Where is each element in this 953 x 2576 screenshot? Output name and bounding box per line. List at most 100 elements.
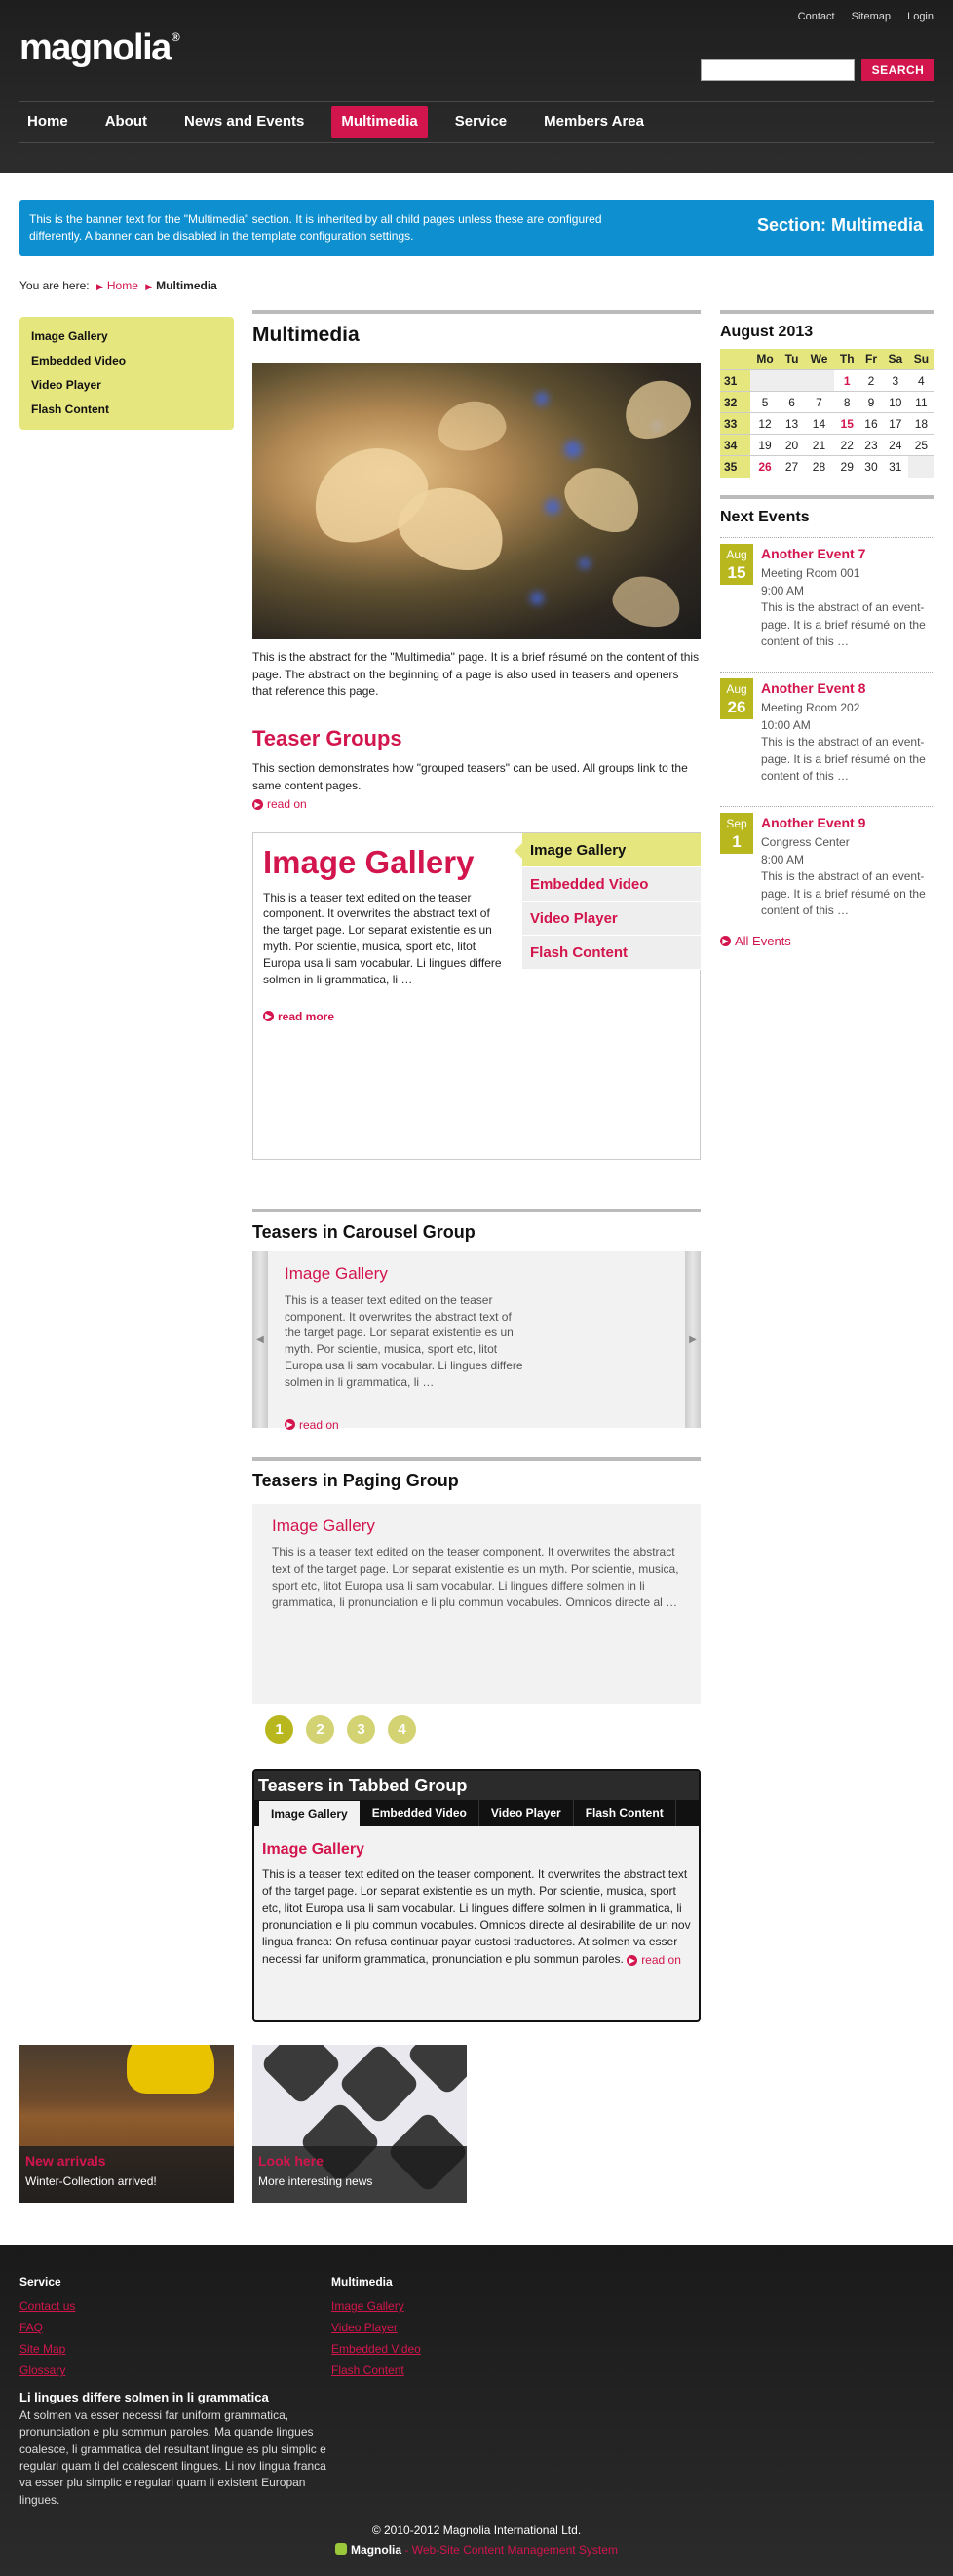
pager-page-3[interactable]: 3	[347, 1715, 375, 1745]
gallery-tab-image-gallery[interactable]: Image Gallery	[515, 832, 701, 867]
event-title-link[interactable]: Another Event 7	[761, 544, 934, 563]
subnav-flash-content[interactable]: Flash Content	[31, 398, 222, 422]
event-abstract: This is the abstract of an event-page. I…	[761, 735, 926, 784]
footer-link-flash-content[interactable]: Flash Content	[331, 2360, 421, 2381]
calendar-day-header: Tu	[780, 348, 804, 370]
pager-page-4[interactable]: 4	[388, 1715, 416, 1745]
gallery-box-read-more[interactable]: ▶ read more	[263, 1009, 334, 1024]
carousel-item-text: This is a teaser text edited on the teas…	[285, 1292, 523, 1389]
gallery-tab-video-player[interactable]: Video Player	[522, 901, 701, 936]
calendar-day: 13	[780, 412, 804, 435]
powered-by-link[interactable]: Magnolia - Web-Site Content Management S…	[351, 2543, 618, 2557]
calendar-week-number: 33	[720, 412, 750, 435]
carousel-read-on[interactable]: ▶ read on	[285, 1417, 339, 1433]
page-abstract: This is the abstract for the "Multimedia…	[252, 650, 700, 699]
tabbed-item-text: This is a teaser text edited on the teas…	[262, 1866, 691, 1969]
event-time: 8:00 AM	[761, 852, 805, 866]
tabbed-read-on[interactable]: ▶ read on	[627, 1952, 681, 1969]
nav-service[interactable]: Service	[445, 106, 516, 137]
meta-link-login[interactable]: Login	[907, 11, 934, 22]
gallery-tabs: Image Gallery Embedded Video Video Playe…	[515, 832, 701, 970]
event-body: Another Event 9 Congress Center 8:00 AM …	[761, 813, 934, 919]
arrow-right-icon: ▶	[285, 1419, 295, 1431]
carousel-next-arrow-icon[interactable]: ▶	[685, 1250, 701, 1428]
title-divider	[252, 310, 701, 314]
footer-column-title: Service	[19, 2275, 61, 2288]
subnav-image-gallery[interactable]: Image Gallery	[31, 325, 222, 349]
event-body: Another Event 7 Meeting Room 001 9:00 AM…	[761, 544, 934, 650]
nav-home[interactable]: Home	[27, 106, 78, 137]
event-month: Aug	[726, 682, 747, 697]
tabbed-tab-image-gallery[interactable]: Image Gallery	[258, 1800, 361, 1826]
read-more-label: read more	[278, 1009, 335, 1023]
calendar-day[interactable]: 15	[834, 412, 860, 435]
footer-link-image-gallery[interactable]: Image Gallery	[331, 2295, 421, 2317]
calendar-day: 24	[882, 434, 908, 456]
calendar-day[interactable]: 1	[834, 369, 860, 392]
footer-link-video-player[interactable]: Video Player	[331, 2317, 421, 2338]
footer-column-multimedia: Multimedia Image Gallery Video Player Em…	[331, 2274, 421, 2381]
footer-link-embedded-video[interactable]: Embedded Video	[331, 2338, 421, 2360]
main-content: Multimedia This is the abstract for the …	[252, 310, 701, 2023]
tabbed-tab-video-player[interactable]: Video Player	[479, 1800, 574, 1826]
paging-item-title[interactable]: Image Gallery	[272, 1516, 681, 1538]
tabbed-tab-flash-content[interactable]: Flash Content	[574, 1800, 676, 1826]
calendar-day: 20	[780, 434, 804, 456]
calendar-body: 31 1 2 3 4 32 5 6 7 8 9 10 11 33 12 13 14 15 16 17 18 34 19 20 2…	[720, 369, 934, 478]
calendar-week-number: 31	[720, 369, 750, 392]
site-logo[interactable]: magnolia®	[19, 23, 180, 73]
teaser-groups-read-on[interactable]: ▶ read on	[252, 796, 307, 812]
gallery-tab-embedded-video[interactable]: Embedded Video	[522, 866, 701, 902]
event-abstract: This is the abstract of an event-page. I…	[761, 869, 926, 918]
paging-item-text: This is a teaser text edited on the teas…	[272, 1545, 679, 1610]
calendar-day: 18	[907, 412, 934, 435]
hero-light-spot	[564, 441, 582, 459]
subnav-embedded-video[interactable]: Embedded Video	[31, 349, 222, 373]
promo-new-arrivals[interactable]: New arrivals Winter-Collection arrived!	[19, 2045, 234, 2203]
calendar-day[interactable]: 26	[749, 455, 781, 478]
nav-multimedia[interactable]: Multimedia	[331, 106, 428, 138]
gallery-tab-flash-content[interactable]: Flash Content	[522, 935, 701, 970]
promo-subtitle: More interesting news	[258, 2173, 373, 2188]
calendar-day: 31	[882, 455, 908, 478]
breadcrumb-arrow-icon: ▶	[145, 282, 153, 291]
calendar-day: 28	[803, 455, 835, 478]
calendar-day-header: Th	[834, 348, 860, 370]
pager-page-1[interactable]: 1	[265, 1715, 293, 1745]
nav-news-and-events[interactable]: News and Events	[174, 106, 314, 137]
search-button[interactable]: SEARCH	[861, 59, 934, 81]
promo-look-here[interactable]: Look here More interesting news	[252, 2045, 467, 2203]
footer-link-faq[interactable]: FAQ	[19, 2317, 75, 2338]
read-on-label: read on	[641, 1952, 681, 1967]
carousel-prev-arrow-icon[interactable]: ◀	[252, 1250, 268, 1428]
meta-link-contact[interactable]: Contact	[798, 11, 835, 22]
calendar-day: 6	[780, 391, 804, 413]
nav-members-area[interactable]: Members Area	[534, 106, 654, 137]
tabbed-item-title[interactable]: Image Gallery	[262, 1839, 691, 1861]
search-input[interactable]	[701, 59, 855, 81]
subnav-video-player[interactable]: Video Player	[31, 373, 222, 398]
calendar-day: 22	[834, 434, 860, 456]
event-title-link[interactable]: Another Event 9	[761, 813, 934, 832]
event-title-link[interactable]: Another Event 8	[761, 678, 934, 698]
carousel: ◀ Image Gallery This is a teaser text ed…	[252, 1250, 701, 1432]
breadcrumb-home-link[interactable]: Home	[107, 279, 138, 292]
pager-page-2[interactable]: 2	[306, 1715, 334, 1745]
nav-about[interactable]: About	[95, 106, 157, 137]
footer-link-glossary[interactable]: Glossary	[19, 2360, 75, 2381]
banner-text: This is the banner text for the "Multime…	[29, 212, 602, 244]
footer-link-site-map[interactable]: Site Map	[19, 2338, 75, 2360]
calendar-day: 25	[907, 434, 934, 456]
all-events-link[interactable]: ▶ All Events	[720, 933, 791, 950]
calendar-day-header: Su	[907, 348, 934, 370]
powered-text: - Web-Site Content Management System	[401, 2543, 618, 2557]
site-header: Contact Sitemap Login magnolia® SEARCH H…	[0, 0, 953, 173]
meta-link-sitemap[interactable]: Sitemap	[852, 11, 891, 22]
tabbed-tab-embedded-video[interactable]: Embedded Video	[361, 1800, 479, 1826]
main-navigation: Home About News and Events Multimedia Se…	[19, 101, 934, 143]
footer-link-contact-us[interactable]: Contact us	[19, 2295, 75, 2317]
calendar-week-number: 35	[720, 455, 750, 478]
carousel-item-title[interactable]: Image Gallery	[285, 1263, 388, 1286]
hero-light-spot	[535, 392, 549, 406]
calendar-day-header: Mo	[749, 348, 781, 370]
